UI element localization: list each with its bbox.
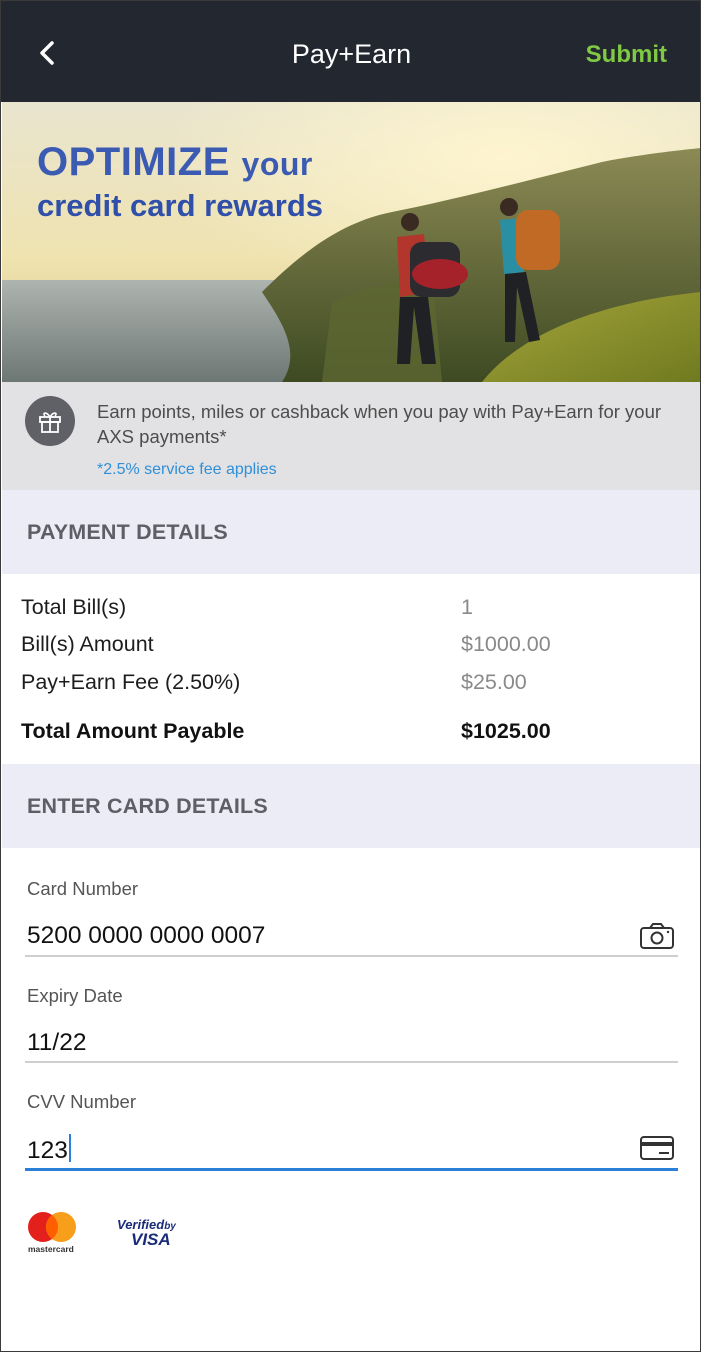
cvv-input[interactable]: 123	[27, 1134, 71, 1165]
card-details-heading: ENTER CARD DETAILS	[27, 794, 268, 818]
summary-value: 1	[461, 595, 473, 619]
app-screen: Pay+Earn Submit OPTIMIZE your credit car…	[0, 0, 701, 1352]
camera-icon	[640, 923, 674, 949]
summary-label: Bill(s) Amount	[21, 632, 154, 656]
visa-wordmark: VISA	[131, 1230, 171, 1249]
expiry-date-label: Expiry Date	[27, 985, 123, 1006]
expiry-date-underline	[25, 1061, 678, 1063]
card-number-input[interactable]: 5200 0000 0000 0007	[27, 922, 265, 950]
verified-by-visa-logo: Verifiedby VISA	[117, 1217, 176, 1248]
cvv-value: 123	[27, 1137, 68, 1164]
summary-value: $1000.00	[461, 632, 551, 656]
summary-label: Pay+Earn Fee (2.50%)	[21, 670, 241, 694]
banner-headline-your: your	[241, 146, 313, 182]
mastercard-logo: mastercard	[25, 1211, 83, 1259]
mastercard-wordmark: mastercard	[28, 1244, 74, 1254]
service-fee-note: *2.5% service fee applies	[97, 461, 277, 478]
banner-headline-optimize: OPTIMIZE	[37, 140, 230, 184]
card-number-label: Card Number	[27, 878, 139, 899]
banner-headline-line2: credit card rewards	[37, 188, 324, 223]
summary-value: $25.00	[461, 670, 527, 694]
card-number-underline	[25, 955, 678, 957]
top-app-bar: Pay+Earn Submit	[1, 1, 700, 102]
total-value: $1025.00	[461, 719, 551, 743]
cvv-underline-focused	[25, 1168, 678, 1171]
card-details-header: ENTER CARD DETAILS	[2, 764, 700, 848]
submit-button[interactable]: Submit	[586, 41, 667, 69]
payment-details-header: PAYMENT DETAILS	[2, 490, 700, 574]
banner-headline: OPTIMIZE your credit card rewards	[37, 140, 323, 226]
summary-row-bill-amount: Bill(s) Amount $1000.00	[21, 632, 681, 662]
cvv-label: CVV Number	[27, 1091, 136, 1112]
text-cursor	[68, 1134, 71, 1162]
summary-row-total-bills: Total Bill(s) 1	[21, 595, 681, 625]
summary-label: Total Bill(s)	[21, 595, 127, 619]
payment-details-heading: PAYMENT DETAILS	[27, 520, 228, 544]
summary-row-fee: Pay+Earn Fee (2.50%) $25.00	[21, 670, 681, 700]
promo-banner: OPTIMIZE your credit card rewards	[2, 102, 700, 382]
cvv-help-button[interactable]	[638, 1133, 676, 1163]
expiry-date-input[interactable]: 11/22	[27, 1029, 87, 1057]
earn-info-strip: Earn points, miles or cashback when you …	[2, 382, 700, 490]
camera-scan-button[interactable]	[638, 921, 676, 951]
gift-icon	[25, 396, 75, 446]
credit-card-icon	[640, 1136, 674, 1160]
total-label: Total Amount Payable	[21, 719, 245, 743]
earn-info-text: Earn points, miles or cashback when you …	[97, 401, 662, 447]
summary-row-total-payable: Total Amount Payable $1025.00	[21, 719, 681, 749]
